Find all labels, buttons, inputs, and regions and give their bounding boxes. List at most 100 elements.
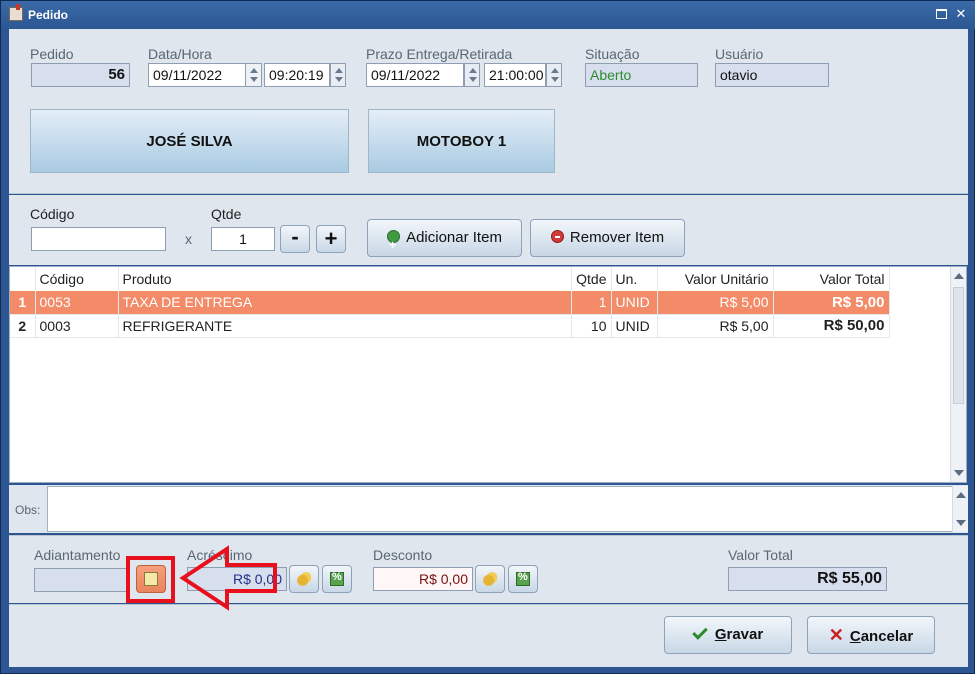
cell-qtde: 10 — [571, 314, 612, 338]
footer-panel: Gravar ✕ Cancelar — [9, 604, 968, 667]
time-spinner[interactable] — [330, 63, 346, 87]
cell-codigo: 0003 — [35, 314, 119, 338]
situacao-label: Situação — [585, 46, 640, 62]
table-header-row: Código Produto Qtde Un. Valor Unitário V… — [10, 267, 890, 291]
client-button[interactable]: JOSÉ SILVA — [30, 109, 349, 173]
datahora-label: Data/Hora — [148, 46, 212, 62]
order-date-field[interactable]: 09/11/2022 — [148, 63, 246, 87]
adiantamento-label: Adiantamento — [34, 547, 121, 563]
grid-scrollbar[interactable] — [950, 267, 966, 482]
cell-un: UNID — [611, 291, 658, 315]
save-shortcut: G — [714, 626, 727, 643]
cell-valor-unitario: R$ 5,00 — [657, 314, 774, 338]
items-grid[interactable]: Código Produto Qtde Un. Valor Unitário V… — [9, 266, 967, 483]
app-icon — [9, 4, 23, 21]
save-button[interactable]: Gravar — [664, 616, 792, 654]
remove-item-label: Remover Item — [569, 229, 665, 246]
delivery-time-spinner[interactable] — [546, 63, 562, 87]
row-index: 2 — [10, 314, 36, 338]
obs-label: Obs: — [15, 503, 41, 517]
motoboy-button[interactable]: MOTOBOY 1 — [368, 109, 555, 173]
x-icon: ✕ — [828, 625, 844, 645]
advance-field — [34, 568, 129, 592]
quantity-input[interactable]: 1 — [211, 227, 275, 251]
col-valor-unitario[interactable]: Valor Unitário — [657, 267, 774, 291]
item-code-input[interactable] — [31, 227, 166, 251]
discount-percent-button[interactable] — [508, 565, 538, 593]
qtde-label: Qtde — [211, 206, 242, 222]
delivery-date-field[interactable]: 09/11/2022 — [366, 63, 464, 87]
user-field: otavio — [715, 63, 829, 87]
discount-value-button[interactable] — [475, 565, 505, 593]
obs-section: Obs: — [9, 485, 968, 533]
col-qtde[interactable]: Qtde — [571, 267, 612, 291]
add-item-label: Adicionar Item — [406, 229, 502, 246]
decrease-qty-button[interactable]: - — [280, 225, 310, 253]
cancel-shortcut: C — [849, 628, 861, 645]
cell-valor-total: R$ 5,00 — [773, 291, 890, 315]
date-dropdown[interactable] — [246, 63, 262, 87]
remove-circle-icon — [550, 230, 564, 243]
surcharge-value-button[interactable] — [289, 565, 319, 593]
cancel-label: ancelar — [860, 628, 914, 645]
order-header-panel: Pedido 56 Data/Hora 09/11/2022 09:20:19 … — [9, 29, 968, 194]
times-label: x — [185, 231, 192, 247]
obs-scrollbar[interactable] — [952, 486, 968, 532]
cell-produto: REFRIGERANTE — [118, 314, 572, 338]
percent-icon — [516, 571, 530, 586]
col-index — [10, 267, 36, 291]
add-item-button[interactable]: Adicionar Item — [367, 219, 522, 263]
col-valor-total[interactable]: Valor Total — [773, 267, 890, 291]
cell-produto: TAXA DE ENTREGA — [118, 291, 572, 315]
percent-icon — [330, 571, 344, 586]
coins-icon — [483, 572, 497, 586]
remove-item-button[interactable]: Remover Item — [530, 219, 685, 257]
pointer-arrow-icon — [179, 545, 277, 611]
coins-icon — [297, 572, 311, 586]
discount-field[interactable]: R$ 0,00 — [373, 567, 473, 591]
add-circle-icon — [387, 227, 401, 263]
cell-codigo: 0053 — [35, 291, 119, 315]
title-bar: Pedido ✕ — [1, 1, 975, 29]
col-un[interactable]: Un. — [611, 267, 658, 291]
obs-scroll-down-icon[interactable] — [956, 520, 966, 526]
row-index: 1 — [10, 291, 36, 315]
maximize-icon[interactable] — [935, 7, 949, 21]
table-row[interactable]: 2 0003 REFRIGERANTE 10 UNID R$ 5,00 R$ 5… — [10, 314, 890, 338]
order-time-field[interactable]: 09:20:19 — [264, 63, 330, 87]
window-title: Pedido — [28, 8, 69, 22]
close-icon[interactable]: ✕ — [954, 7, 968, 21]
scroll-thumb[interactable] — [953, 287, 964, 404]
obs-scroll-up-icon[interactable] — [956, 492, 966, 498]
item-entry-panel: Código x Qtde 1 - + Adicionar Item Remov… — [9, 195, 968, 265]
valor-total-label: Valor Total — [728, 547, 793, 563]
save-label: ravar — [726, 626, 764, 643]
order-total-field: R$ 55,00 — [728, 567, 887, 591]
order-window: Pedido ✕ Pedido 56 Data/Hora 09/11/2022 … — [0, 0, 975, 674]
col-codigo[interactable]: Código — [35, 267, 119, 291]
scroll-down-icon[interactable] — [954, 470, 964, 476]
highlight-box — [126, 556, 175, 603]
delivery-time-field[interactable]: 21:00:00 — [484, 63, 546, 87]
usuario-label: Usuário — [715, 46, 764, 62]
items-table: Código Produto Qtde Un. Valor Unitário V… — [10, 267, 890, 338]
increase-qty-button[interactable]: + — [316, 225, 346, 253]
status-field: Aberto — [585, 63, 698, 87]
cancel-button[interactable]: ✕ Cancelar — [807, 616, 935, 654]
table-row[interactable]: 1 0053 TAXA DE ENTREGA 1 UNID R$ 5,00 R$… — [10, 291, 890, 315]
pedido-label: Pedido — [30, 46, 74, 62]
cell-un: UNID — [611, 314, 658, 338]
obs-textarea[interactable] — [47, 486, 967, 532]
scroll-up-icon[interactable] — [954, 273, 964, 279]
pedido-number-field: 56 — [31, 63, 130, 87]
cell-qtde: 1 — [571, 291, 612, 315]
prazo-label: Prazo Entrega/Retirada — [366, 46, 513, 62]
delivery-date-dropdown[interactable] — [464, 63, 480, 87]
codigo-label: Código — [30, 206, 75, 222]
surcharge-percent-button[interactable] — [322, 565, 352, 593]
cell-valor-unitario: R$ 5,00 — [657, 291, 774, 315]
check-icon — [692, 624, 708, 640]
desconto-label: Desconto — [373, 547, 433, 563]
col-produto[interactable]: Produto — [118, 267, 572, 291]
cell-valor-total: R$ 50,00 — [773, 314, 890, 338]
